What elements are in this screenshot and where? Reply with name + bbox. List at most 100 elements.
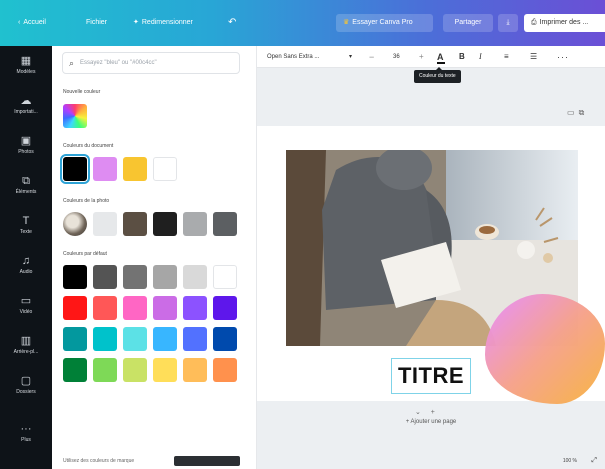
file-menu-button[interactable]: Fichier: [86, 14, 107, 32]
list-icon[interactable]: ☰: [530, 46, 537, 68]
rail-item-audio[interactable]: ♫ Audio: [0, 250, 52, 290]
page-controls[interactable]: ⌄ +: [415, 408, 439, 416]
add-page-button[interactable]: + Ajouter une page: [257, 419, 605, 425]
default-colors-row: [63, 358, 237, 382]
default-colors-row: [63, 296, 237, 320]
color-swatch[interactable]: [123, 327, 147, 351]
rail-label: Modèles: [16, 69, 36, 75]
rail-label: Audio: [19, 269, 33, 275]
print-button[interactable]: ⎙ Imprimer des ...: [524, 14, 605, 32]
color-swatch[interactable]: [63, 296, 87, 320]
sparkle-icon: ✦: [133, 19, 139, 26]
font-family-select[interactable]: Open Sans Extra ...: [267, 46, 319, 68]
color-swatch[interactable]: [93, 327, 117, 351]
color-swatch[interactable]: [153, 296, 177, 320]
font-size-increase-button[interactable]: +: [419, 46, 424, 68]
color-swatch[interactable]: [93, 296, 117, 320]
color-swatch[interactable]: [153, 212, 177, 236]
color-swatch[interactable]: [123, 358, 147, 382]
color-swatch[interactable]: [153, 358, 177, 382]
home-button[interactable]: ‹ Accueil: [18, 14, 46, 32]
color-search-input[interactable]: ⌕ Essayez "bleu" ou "#00c4cc": [62, 52, 240, 74]
color-swatch[interactable]: [123, 265, 147, 289]
chevron-left-icon: ‹: [18, 19, 21, 26]
doc-colors-title: Couleurs du document: [63, 143, 114, 149]
color-swatch[interactable]: [123, 296, 147, 320]
color-swatch[interactable]: [93, 157, 117, 181]
color-swatch[interactable]: [63, 358, 87, 382]
bold-button[interactable]: B: [459, 46, 465, 68]
new-color-button[interactable]: [63, 104, 87, 128]
color-swatch[interactable]: [183, 212, 207, 236]
text-color-button[interactable]: A: [437, 46, 444, 68]
color-swatch[interactable]: [213, 296, 237, 320]
rail-item-templates[interactable]: ▦ Modèles: [0, 50, 52, 90]
resize-label: Redimensionner: [141, 19, 193, 26]
color-swatch[interactable]: [153, 157, 177, 181]
brand-colors-button[interactable]: [174, 456, 240, 466]
rail-item-uploads[interactable]: ☁ Importati...: [0, 90, 52, 130]
color-swatch[interactable]: [63, 265, 87, 289]
rail-item-background[interactable]: ▥ Arrière-pl...: [0, 330, 52, 370]
rail-label: Dossiers: [16, 389, 36, 395]
bottom-bar: 100 % ⤢: [257, 456, 605, 469]
align-icon[interactable]: ≡: [504, 46, 509, 68]
rail-item-more[interactable]: ··· Plus: [0, 418, 52, 458]
color-swatch[interactable]: [63, 327, 87, 351]
photo-colors-row: [63, 212, 237, 236]
color-swatch[interactable]: [213, 327, 237, 351]
share-button[interactable]: Partager: [443, 14, 493, 32]
rail-item-text[interactable]: T Texte: [0, 210, 52, 250]
color-swatch[interactable]: [213, 358, 237, 382]
gradient-shape[interactable]: [485, 294, 605, 404]
more-options-icon[interactable]: ···: [557, 46, 569, 68]
text-color-tooltip: Couleur du texte: [414, 67, 461, 83]
try-pro-button[interactable]: ♛ Essayer Canva Pro: [336, 14, 433, 32]
font-size-decrease-button[interactable]: −: [369, 46, 374, 68]
color-swatch[interactable]: [183, 296, 207, 320]
color-swatch[interactable]: [93, 212, 117, 236]
text-toolbar: Open Sans Extra ... ▾ − 36 + A B I ≡ ☰ ·…: [257, 46, 605, 68]
rail-item-elements[interactable]: ⧉ Éléments: [0, 170, 52, 210]
template-icon: ▦: [20, 55, 32, 67]
rail-item-photos[interactable]: ▣ Photos: [0, 130, 52, 170]
rail-item-folders[interactable]: ▢ Dossiers: [0, 370, 52, 410]
color-swatch[interactable]: [93, 265, 117, 289]
title-text[interactable]: TITRE: [391, 358, 471, 394]
color-swatch[interactable]: [123, 157, 147, 181]
design-page[interactable]: TITRE: [257, 126, 605, 404]
top-bar: ‹ Accueil Fichier ✦ Redimensionner ↶ ♛ E…: [0, 0, 605, 46]
expand-icon[interactable]: ⤢: [591, 457, 597, 465]
share-label: Partager: [454, 19, 482, 26]
doc-colors-row: [60, 154, 177, 184]
rail-label: Vidéo: [19, 309, 33, 315]
photo-thumbnail[interactable]: [63, 212, 87, 236]
photo-icon: ▣: [20, 135, 32, 147]
folder-icon: ▢: [20, 375, 32, 387]
resize-button[interactable]: ✦ Redimensionner: [133, 14, 193, 32]
color-swatch[interactable]: [183, 358, 207, 382]
font-size-input[interactable]: 36: [393, 46, 400, 68]
more-icon: ···: [20, 423, 32, 435]
rail-label: Texte: [20, 229, 32, 235]
note-icon[interactable]: ▭: [567, 108, 579, 117]
color-swatch[interactable]: [183, 327, 207, 351]
rail-item-video[interactable]: ▭ Vidéo: [0, 290, 52, 330]
color-swatch[interactable]: [213, 212, 237, 236]
color-swatch[interactable]: [213, 265, 237, 289]
color-swatch[interactable]: [93, 358, 117, 382]
color-swatch[interactable]: [60, 154, 90, 184]
italic-button[interactable]: I: [479, 46, 482, 68]
download-icon[interactable]: ⤓: [498, 14, 518, 32]
chevron-down-icon[interactable]: ▾: [349, 46, 352, 68]
zoom-level[interactable]: 100 %: [563, 458, 577, 464]
duplicate-icon[interactable]: ⧉: [579, 108, 589, 117]
color-swatch[interactable]: [123, 212, 147, 236]
color-swatch[interactable]: [153, 265, 177, 289]
editor-area: Open Sans Extra ... ▾ − 36 + A B I ≡ ☰ ·…: [257, 46, 605, 469]
brand-colors-text: Utilisez des couleurs de marque: [63, 458, 135, 464]
default-colors-row: [63, 327, 237, 351]
undo-icon[interactable]: ↶: [228, 14, 236, 32]
color-swatch[interactable]: [183, 265, 207, 289]
color-swatch[interactable]: [153, 327, 177, 351]
